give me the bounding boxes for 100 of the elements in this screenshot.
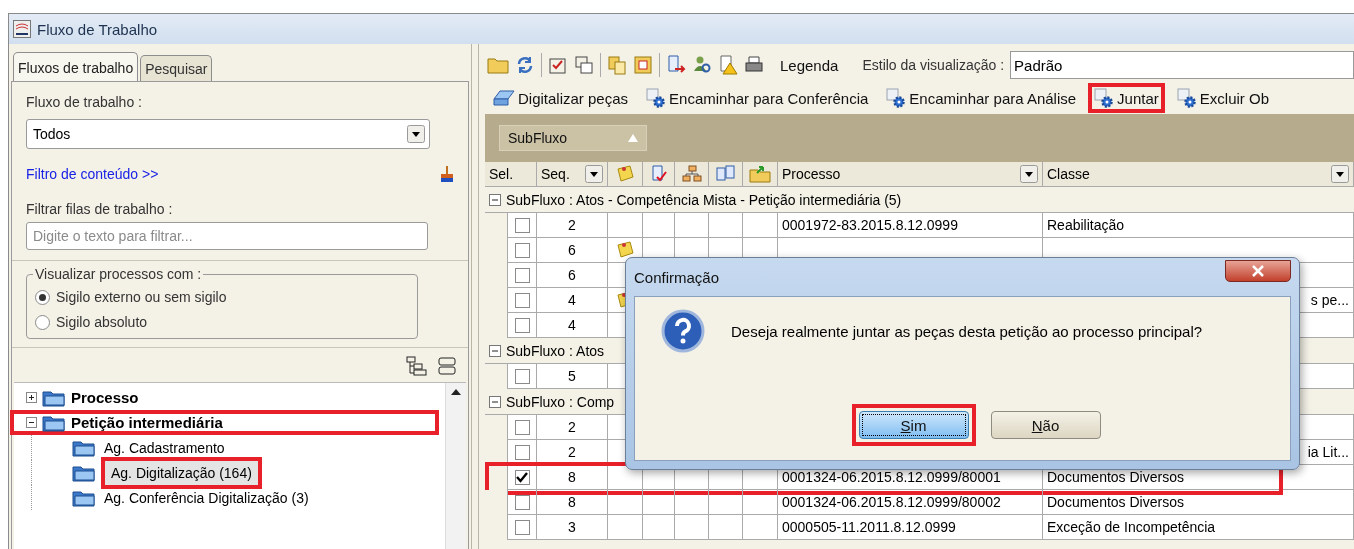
folder-icon	[72, 438, 96, 457]
gear-icon	[1094, 88, 1115, 108]
table-cell: 8	[537, 465, 608, 490]
person-search-icon[interactable]	[692, 55, 712, 75]
folder-icon	[72, 488, 96, 507]
list-icon[interactable]	[438, 356, 456, 376]
table-cell: 4	[537, 288, 608, 313]
tree-item[interactable]: Ag. Conferência Digitalização (3)	[101, 488, 312, 507]
copy-icon[interactable]	[607, 55, 627, 75]
toolbar-button[interactable]: Encaminhar para Conferência	[640, 83, 875, 113]
document-warning-icon[interactable]	[718, 55, 738, 75]
table-cell	[709, 490, 743, 515]
broom-icon[interactable]	[440, 165, 454, 183]
tree-structure-icon[interactable]	[406, 356, 428, 376]
dialog-title: Confirmação	[634, 268, 720, 286]
table-cell: Documentos Diversos	[1043, 490, 1354, 515]
table-cell	[709, 515, 743, 540]
dialog-button[interactable]: Sim	[858, 411, 969, 439]
tree-item[interactable]: Processo	[71, 389, 139, 406]
row-checkbox[interactable]	[514, 292, 530, 308]
row-checkbox[interactable]	[514, 469, 530, 485]
table-cell	[608, 515, 643, 540]
gear-icon	[886, 88, 907, 108]
group-legend: Visualizar processos com :	[33, 266, 204, 282]
row-checkbox[interactable]	[514, 444, 530, 460]
tab[interactable]: Pesquisar	[140, 55, 213, 81]
printer-icon[interactable]	[744, 55, 764, 75]
toolbar-button[interactable]: Encaminhar para Análise	[880, 83, 1083, 113]
row-checkbox[interactable]	[514, 267, 530, 283]
tab[interactable]: Fluxos de trabalho	[13, 52, 139, 81]
legend-button[interactable]: Legenda	[770, 56, 857, 74]
row-checkbox[interactable]	[514, 242, 530, 258]
close-button[interactable]	[1225, 260, 1291, 282]
documents-icon[interactable]	[715, 165, 736, 183]
toolbar-button[interactable]: Excluir Ob	[1170, 83, 1275, 113]
group-by-chip[interactable]: SubFluxo	[499, 125, 647, 151]
table-cell: 0001972-83.2015.8.12.0999	[778, 213, 1043, 238]
tree-item[interactable]: Ag. Cadastramento	[101, 438, 228, 457]
table-cell: 8	[537, 490, 608, 515]
column-filter-icon[interactable]	[585, 165, 603, 183]
group-header: SubFluxo : Atos - Competência Mista - Petição intermediária (5)	[506, 191, 902, 208]
workflow-select[interactable]: Todos	[26, 119, 430, 149]
table-cell: 0000505-11.2011.8.12.0999	[778, 515, 1043, 540]
group-header: SubFluxo : Comp	[506, 393, 615, 410]
table-cell	[743, 490, 778, 515]
table-cell: 2	[537, 415, 608, 440]
table-cell: Exceção de Incompetência	[1043, 515, 1354, 540]
column-filter-icon[interactable]	[1331, 165, 1349, 183]
checklist-icon[interactable]	[548, 55, 568, 75]
tree-item[interactable]: Petição intermediária	[71, 414, 223, 431]
folder-icon	[42, 413, 66, 432]
row-checkbox[interactable]	[514, 519, 530, 535]
column-filter-icon[interactable]	[1020, 165, 1038, 183]
queue-filter-field[interactable]: Digite o texto para filtrar...	[26, 222, 428, 250]
hierarchy-icon[interactable]	[681, 165, 702, 183]
field-label: Estilo da visualização :	[862, 57, 1005, 73]
table-cell: 6	[537, 238, 608, 263]
radio-button[interactable]	[35, 289, 50, 305]
table-cell	[608, 490, 643, 515]
row-checkbox[interactable]	[514, 419, 530, 435]
field-label: Fluxo de trabalho :	[26, 94, 143, 110]
scanner-icon	[493, 89, 515, 107]
row-checkbox[interactable]	[514, 217, 530, 233]
table-cell	[643, 490, 675, 515]
field-label: Filtrar filas de trabalho :	[26, 201, 174, 217]
dialog-button[interactable]: Não	[990, 411, 1101, 439]
folder-arrow-icon[interactable]	[749, 165, 771, 183]
document-check-icon[interactable]	[649, 165, 668, 183]
table-cell	[675, 515, 709, 540]
radio-button[interactable]	[35, 314, 50, 330]
table-cell: 2	[537, 440, 608, 465]
radio-label[interactable]: Sigilo externo ou sem sigilo	[56, 289, 227, 305]
folder-icon	[72, 463, 96, 482]
tree-item[interactable]: Ag. Digitalização (164)	[101, 456, 262, 489]
table-cell: 6	[537, 263, 608, 288]
sort-icon	[628, 134, 638, 142]
app-logo-icon	[13, 20, 31, 38]
expand-icon[interactable]	[26, 392, 37, 403]
table-cell: 0001324-06.2015.8.12.0999/80002	[778, 490, 1043, 515]
paste-icon[interactable]	[633, 55, 653, 75]
windows-icon[interactable]	[574, 55, 594, 75]
toolbar-button[interactable]: Digitalizar peças	[487, 84, 635, 112]
document-arrow-icon[interactable]	[666, 55, 686, 75]
radio-label[interactable]: Sigilo absoluto	[56, 314, 148, 330]
note-icon[interactable]	[615, 165, 635, 183]
close-icon	[1251, 265, 1265, 277]
row-checkbox[interactable]	[514, 368, 530, 384]
content-filter-link[interactable]: Filtro de conteúdo >>	[26, 166, 159, 182]
group-header: SubFluxo : Atos	[506, 342, 605, 359]
scroll-up-icon[interactable]	[451, 389, 461, 395]
table-cell	[743, 515, 778, 540]
table-cell	[675, 490, 709, 515]
collapse-icon[interactable]	[26, 417, 37, 428]
refresh-icon[interactable]	[515, 55, 535, 75]
note-icon	[615, 241, 635, 259]
gear-icon	[646, 88, 667, 108]
table-cell: 2	[537, 213, 608, 238]
row-checkbox[interactable]	[514, 317, 530, 333]
view-style-field[interactable]: Padrão	[1010, 51, 1354, 79]
toolbar-button[interactable]: Juntar	[1088, 83, 1165, 113]
